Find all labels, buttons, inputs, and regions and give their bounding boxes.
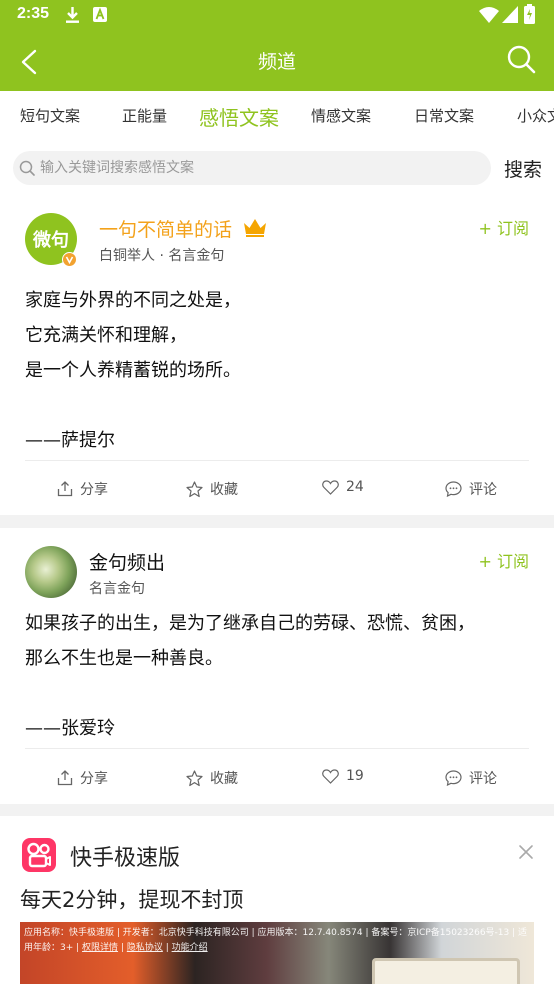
share-button[interactable]: 分享 [57, 768, 108, 788]
heart-icon [322, 768, 339, 784]
download-icon [66, 7, 79, 23]
feature-intro-link[interactable]: 功能介绍 [172, 943, 208, 953]
subscribe-button[interactable]: + 订阅 [479, 548, 530, 572]
crown-icon [244, 219, 266, 237]
share-label: 分享 [80, 771, 108, 787]
like-button[interactable]: 19 [322, 768, 364, 784]
permission-details-link[interactable]: 权限详情 [82, 943, 118, 953]
post-card: 微句 一句不简单的话 白铜举人 · 名言金句 + 订阅 家庭与外界的不同之处是，… [0, 199, 554, 515]
ad-app-name: 快手极速版 [70, 846, 181, 871]
app-bar: 频道 [0, 30, 554, 91]
avatar[interactable] [25, 546, 77, 598]
post-content: 如果孩子的出生，是为了继承自己的劳碌、恐慌、贫困， 那么不生也是一种善良。 ——… [25, 613, 475, 739]
ad-scroll-graphic [372, 958, 520, 984]
heart-icon [322, 479, 339, 495]
share-button[interactable]: 分享 [57, 479, 108, 499]
close-icon[interactable] [518, 844, 534, 860]
subscribe-button[interactable]: + 订阅 [479, 215, 530, 239]
comment-icon [445, 481, 462, 497]
star-icon [186, 480, 203, 497]
verified-badge-icon [62, 252, 77, 267]
avatar-label: 微句 [33, 230, 69, 251]
battery-icon [524, 4, 535, 24]
tab-emotion[interactable]: 情感文案 [311, 105, 371, 126]
favorite-label: 收藏 [210, 482, 238, 498]
comment-button[interactable]: 评论 [445, 768, 497, 788]
like-count: 24 [346, 479, 364, 495]
comment-label: 评论 [469, 771, 497, 787]
search-row: 搜索 [0, 139, 554, 199]
wifi-icon [479, 7, 499, 23]
status-bar: 2:35 [0, 0, 554, 30]
share-icon [57, 481, 73, 497]
comment-icon [445, 770, 462, 786]
search-button[interactable]: 搜索 [504, 155, 542, 182]
post-content: 家庭与外界的不同之处是， 它充满关怀和理解， 是一个人养精蓄锐的场所。 ——萨提… [25, 290, 241, 451]
comment-button[interactable]: 评论 [445, 479, 497, 499]
ad-banner-image[interactable]: 应用名称：快手极速版 | 开发者：北京快手科技有限公司 | 应用版本：12.7.… [20, 922, 534, 984]
star-icon [186, 769, 203, 786]
search-box [13, 151, 491, 185]
author-name[interactable]: 一句不简单的话 [99, 215, 232, 242]
search-small-icon [19, 160, 35, 176]
ad-slogan: 每天2分钟，提现不封顶 [20, 888, 244, 912]
author-meta: 名言金句 [89, 581, 145, 597]
a-badge-icon [93, 7, 107, 22]
privacy-policy-link[interactable]: 隐私协议 [127, 943, 163, 953]
search-icon[interactable] [506, 44, 536, 74]
search-input[interactable] [40, 151, 480, 185]
divider [25, 460, 529, 461]
cellular-signal-icon [502, 6, 518, 23]
like-button[interactable]: 24 [322, 479, 364, 495]
post-card: 金句频出 名言金句 + 订阅 如果孩子的出生，是为了继承自己的劳碌、恐慌、贫困，… [0, 528, 554, 804]
kuaishou-logo-icon [22, 838, 56, 872]
tab-insight[interactable]: 感悟文案 [199, 102, 279, 131]
tab-positive-energy[interactable]: 正能量 [122, 105, 167, 126]
tab-daily[interactable]: 日常文案 [414, 105, 474, 126]
divider [25, 748, 529, 749]
author-name[interactable]: 金句频出 [89, 548, 165, 575]
ad-card[interactable]: 快手极速版 每天2分钟，提现不封顶 应用名称：快手极速版 | 开发者：北京快手科… [0, 816, 554, 984]
page-title: 频道 [257, 51, 296, 73]
status-time: 2:35 [17, 5, 50, 22]
ad-disclosure: 应用名称：快手极速版 | 开发者：北京快手科技有限公司 | 应用版本：12.7.… [24, 928, 528, 953]
author-meta: 白铜举人 · 名言金句 [99, 248, 225, 264]
share-icon [57, 770, 73, 786]
tab-short-sentence[interactable]: 短句文案 [20, 105, 80, 126]
comment-label: 评论 [469, 482, 497, 498]
favorite-button[interactable]: 收藏 [186, 479, 238, 499]
favorite-label: 收藏 [210, 771, 238, 787]
favorite-button[interactable]: 收藏 [186, 768, 238, 788]
like-count: 19 [346, 768, 364, 784]
share-label: 分享 [80, 482, 108, 498]
tab-niche[interactable]: 小众文 [517, 105, 554, 126]
channel-tabs: 短句文案 正能量 感悟文案 情感文案 日常文案 小众文 [0, 91, 554, 139]
